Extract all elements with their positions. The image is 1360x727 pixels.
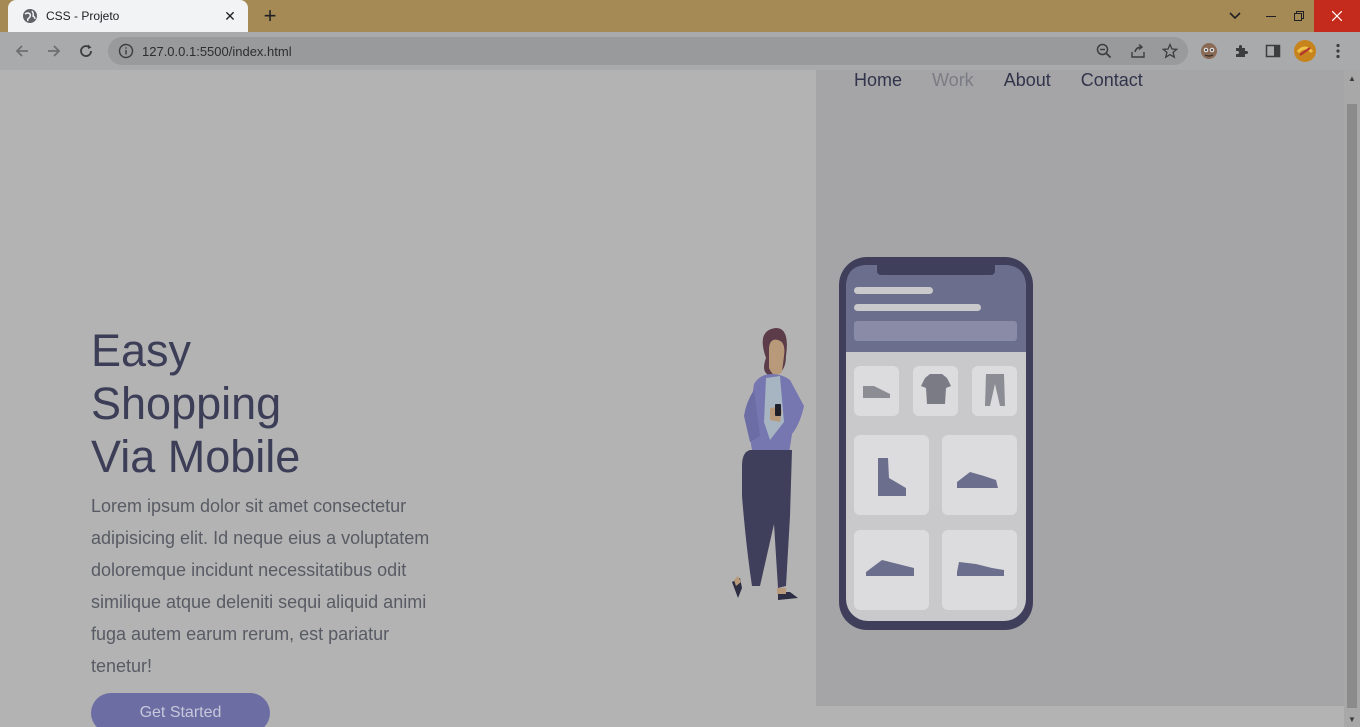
hero-title: Easy Shopping Via Mobile xyxy=(91,324,300,483)
bookmark-star-icon[interactable] xyxy=(1162,37,1178,65)
profile-avatar[interactable] xyxy=(1294,40,1316,62)
get-started-button[interactable]: Get Started xyxy=(91,693,270,727)
address-bar[interactable]: 127.0.0.1:5500/index.html xyxy=(108,37,1188,65)
tab-search-icon[interactable] xyxy=(1224,0,1246,32)
side-panel-icon[interactable] xyxy=(1262,40,1284,62)
close-window-button[interactable] xyxy=(1314,0,1360,32)
page-scrollbar[interactable]: ▲ ▼ xyxy=(1344,70,1360,727)
nav-contact[interactable]: Contact xyxy=(1081,70,1143,91)
share-icon[interactable] xyxy=(1130,37,1146,65)
page-viewport: Home Work About Contact Easy Shopping Vi… xyxy=(0,70,1344,727)
restore-button[interactable] xyxy=(1286,0,1312,32)
hero-title-line2: Shopping xyxy=(91,378,282,429)
zoom-icon[interactable] xyxy=(1096,37,1112,65)
forward-icon[interactable] xyxy=(42,39,66,63)
back-icon[interactable] xyxy=(10,39,34,63)
nav-about[interactable]: About xyxy=(1004,70,1051,91)
scroll-down-arrow-icon[interactable]: ▼ xyxy=(1344,711,1360,727)
site-info-icon[interactable] xyxy=(118,43,134,59)
extensions-puzzle-icon[interactable] xyxy=(1230,40,1252,62)
hero-title-line1: Easy xyxy=(91,325,192,376)
phone-illustration xyxy=(839,257,1033,630)
nav-work[interactable]: Work xyxy=(932,70,974,91)
main-nav: Home Work About Contact xyxy=(854,70,1143,91)
globe-icon xyxy=(22,8,38,24)
more-menu-icon[interactable] xyxy=(1327,40,1349,62)
woman-figure-illustration xyxy=(732,328,804,600)
url-text: 127.0.0.1:5500/index.html xyxy=(142,43,292,59)
extension-face-icon[interactable] xyxy=(1198,40,1220,62)
minimize-button[interactable] xyxy=(1258,0,1284,32)
scroll-thumb[interactable] xyxy=(1347,104,1357,708)
close-tab-icon[interactable]: ✕ xyxy=(220,6,240,26)
hero-paragraph: Lorem ipsum dolor sit amet consectetur a… xyxy=(91,496,430,676)
browser-tab[interactable]: CSS - Projeto ✕ xyxy=(8,0,248,32)
nav-home[interactable]: Home xyxy=(854,70,902,91)
new-tab-button[interactable]: + xyxy=(258,3,282,28)
tab-title: CSS - Projeto xyxy=(46,9,120,23)
shopping-illustration xyxy=(732,257,1033,630)
tab-strip: CSS - Projeto ✕ + xyxy=(0,0,1360,32)
scroll-up-arrow-icon[interactable]: ▲ xyxy=(1344,70,1360,86)
reload-icon[interactable] xyxy=(74,39,98,63)
hero-title-line3: Via Mobile xyxy=(91,431,301,482)
